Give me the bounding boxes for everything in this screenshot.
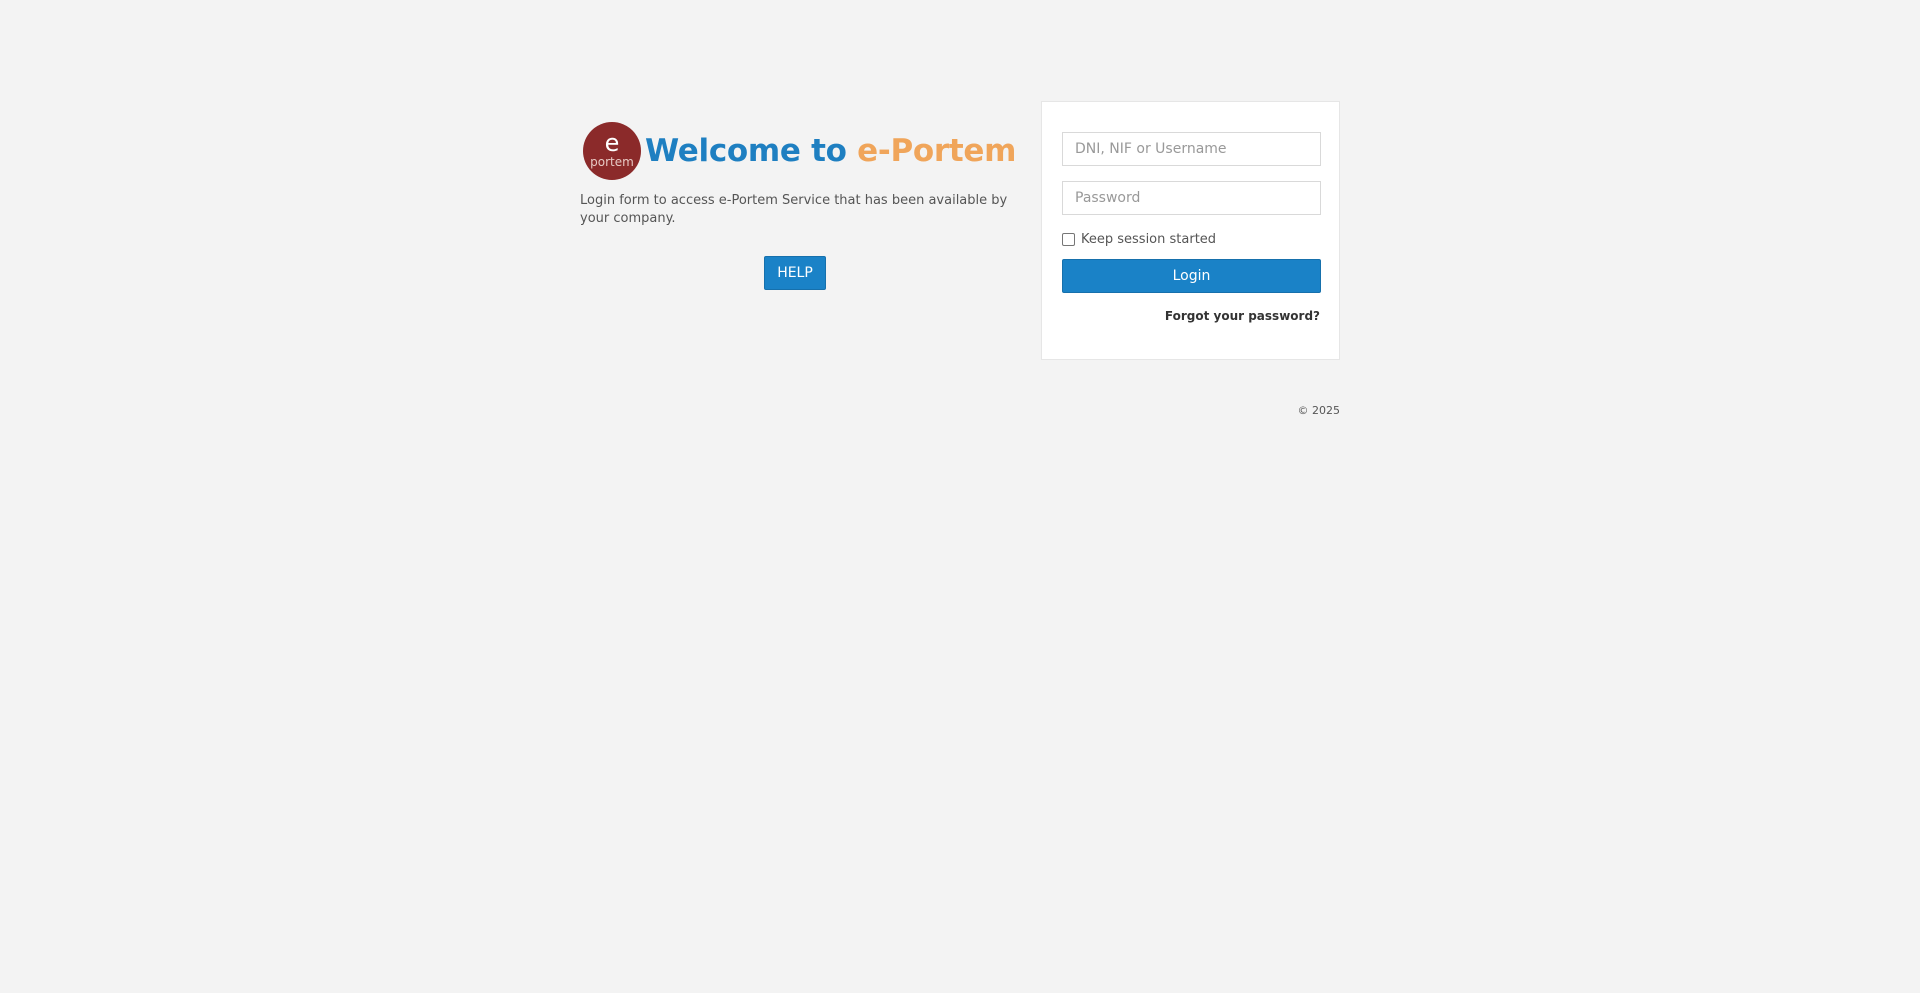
login-page: e portem Welcome to e-Portem Login form … (0, 0, 1920, 993)
password-input[interactable] (1062, 181, 1321, 215)
brand-header: e portem Welcome to e-Portem (580, 122, 1020, 180)
intro-description: Login form to access e-Portem Service th… (580, 193, 1008, 226)
welcome-product: e-Portem (857, 133, 1017, 169)
eportem-logo: e portem (583, 122, 641, 180)
keep-session-label: Keep session started (1081, 232, 1217, 247)
keep-session-checkbox[interactable] (1062, 233, 1075, 246)
copyright-footer: © 2025 (1297, 404, 1341, 417)
logo-letter: e (604, 128, 620, 157)
login-button[interactable]: Login (1062, 259, 1321, 293)
page-title: Welcome to e-Portem (645, 133, 1016, 169)
welcome-prefix: Welcome to (645, 133, 858, 169)
help-container: HELP (580, 256, 1010, 290)
logo-word: portem (590, 154, 634, 169)
username-input[interactable] (1062, 132, 1321, 166)
help-button[interactable]: HELP (764, 256, 826, 290)
login-panel: Keep session started Login Forgot your p… (1041, 101, 1340, 360)
keep-session-option[interactable]: Keep session started (1062, 232, 1216, 247)
forgot-password-link[interactable]: Forgot your password? (1165, 309, 1320, 323)
intro-section: e portem Welcome to e-Portem Login form … (580, 122, 1020, 290)
